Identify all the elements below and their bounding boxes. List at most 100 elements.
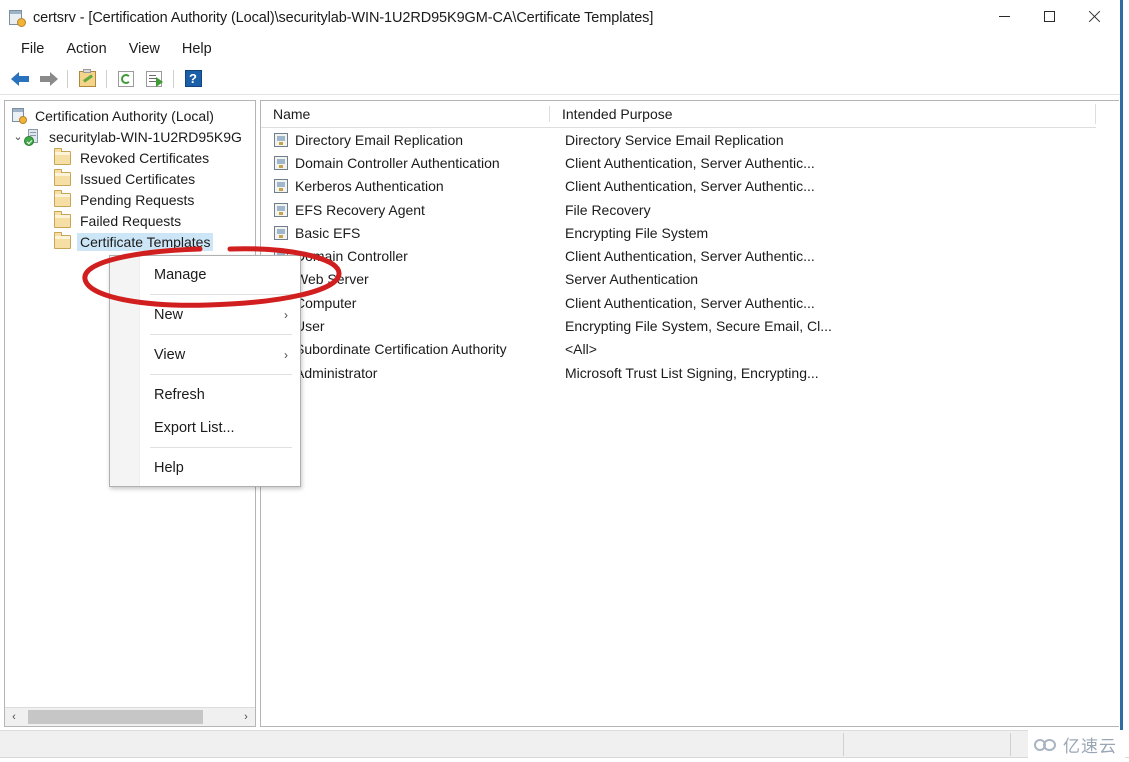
certificate-template-icon (274, 179, 288, 194)
menu-view[interactable]: View (118, 39, 171, 59)
minimize-button[interactable] (982, 0, 1027, 32)
context-menu-item-label: Manage (154, 266, 207, 283)
menu-help[interactable]: Help (171, 39, 223, 59)
mmc-window: certsrv - [Certification Authority (Loca… (0, 0, 1123, 758)
context-menu-item-export-list[interactable]: Export List... (110, 411, 300, 444)
row-name-cell: EFS Recovery Agent (261, 202, 557, 218)
help-icon: ? (184, 70, 202, 87)
maximize-button[interactable] (1027, 0, 1072, 32)
context-menu-item-view[interactable]: View › (110, 338, 300, 371)
tree-item-label: Issued Certificates (80, 170, 196, 187)
row-name-label: EFS Recovery Agent (295, 201, 425, 218)
list-column-headers: Name Intended Purpose (261, 101, 1096, 128)
row-purpose-label: File Recovery (565, 201, 651, 218)
row-purpose-label: Client Authentication, Server Authentic.… (565, 248, 815, 265)
row-name-cell: Computer (261, 295, 557, 311)
tree-item-label: Certificate Templates (77, 232, 214, 251)
column-header-end-divider (1095, 104, 1096, 124)
toolbar-separator (173, 69, 174, 88)
table-row[interactable]: User Encrypting File System, Secure Emai… (261, 314, 1119, 337)
watermark: 亿速云 (1028, 730, 1125, 758)
context-menu-item-label: New (154, 306, 184, 323)
refresh-button[interactable] (112, 66, 140, 92)
context-menu: Manage New › View › Refresh Export List.… (109, 255, 301, 487)
tree-item-pending-requests[interactable]: Pending Requests (5, 189, 255, 210)
row-name-cell: Web Server (261, 271, 557, 287)
scroll-right-icon[interactable]: › (237, 708, 255, 726)
table-row[interactable]: Domain Controller Client Authentication,… (261, 244, 1119, 267)
row-name-cell: Domain Controller Authentication (261, 155, 557, 171)
tree-item-issued-certificates[interactable]: Issued Certificates (5, 168, 255, 189)
context-menu-item-new[interactable]: New › (110, 298, 300, 331)
table-row[interactable]: Kerberos Authentication Client Authentic… (261, 175, 1119, 198)
table-row[interactable]: Domain Controller Authentication Client … (261, 151, 1119, 174)
application-window: certsrv - [Certification Authority (Loca… (0, 0, 1129, 762)
back-button[interactable] (6, 66, 34, 92)
certificate-template-icon (274, 202, 288, 217)
maximize-icon (1044, 10, 1055, 22)
chevron-down-icon[interactable]: ⌄ (11, 130, 25, 143)
tree-item-certification-authority-local[interactable]: Certification Authority (Local) (5, 105, 255, 126)
help-button[interactable]: ? (179, 66, 207, 92)
table-row[interactable]: Directory Email Replication Directory Se… (261, 128, 1119, 151)
folder-icon (54, 189, 71, 207)
console-tree: Certification Authority (Local) ⌄ securi… (5, 101, 255, 252)
menu-file[interactable]: File (10, 39, 55, 59)
table-row[interactable]: Computer Client Authentication, Server A… (261, 291, 1119, 314)
row-name-label: Administrator (295, 364, 378, 381)
table-row[interactable]: Web Server Server Authentication (261, 268, 1119, 291)
tree-horizontal-scrollbar[interactable]: ‹ › (5, 707, 255, 726)
row-name-cell: Domain Controller (261, 248, 557, 264)
row-purpose-label: Encrypting File System (565, 224, 709, 241)
certificate-template-list: Directory Email Replication Directory Se… (261, 128, 1119, 384)
context-menu-item-manage[interactable]: Manage (110, 258, 300, 291)
row-name-cell: Directory Email Replication (261, 132, 557, 148)
table-row[interactable]: Administrator Microsoft Trust List Signi… (261, 361, 1119, 384)
certification-authority-icon (8, 9, 26, 27)
column-header-intended-purpose[interactable]: Intended Purpose (549, 106, 836, 122)
tree-item-certificate-templates[interactable]: Certificate Templates (5, 231, 255, 252)
chevron-right-icon: › (284, 347, 288, 362)
context-menu-separator (150, 334, 292, 335)
close-button[interactable] (1072, 0, 1117, 32)
tree-item-revoked-certificates[interactable]: Revoked Certificates (5, 147, 255, 168)
results-pane: Name Intended Purpose Directory Email Re… (260, 100, 1119, 727)
close-icon (1088, 10, 1101, 23)
row-purpose-label: Encrypting File System, Secure Email, Cl… (565, 318, 832, 335)
context-menu-item-label: Help (154, 459, 184, 476)
scrollbar-thumb[interactable] (28, 710, 203, 724)
folder-icon (54, 210, 71, 228)
forward-arrow-icon (39, 71, 58, 86)
export-list-button[interactable] (140, 66, 168, 92)
table-row[interactable]: Basic EFS Encrypting File System (261, 221, 1119, 244)
column-header-name[interactable]: Name (261, 106, 549, 122)
context-menu-item-refresh[interactable]: Refresh (110, 378, 300, 411)
folder-icon (54, 168, 71, 186)
row-name-label: Domain Controller (295, 248, 408, 265)
back-arrow-icon (10, 71, 30, 86)
table-row[interactable]: EFS Recovery Agent File Recovery (261, 198, 1119, 221)
table-row[interactable]: Subordinate Certification Authority <All… (261, 338, 1119, 361)
forward-button[interactable] (34, 66, 62, 92)
scrollbar-track[interactable] (23, 708, 237, 726)
row-purpose-label: Client Authentication, Server Authentic.… (565, 154, 815, 171)
tree-item-securitylab-ca[interactable]: ⌄ securitylab-WIN-1U2RD95K9G (5, 126, 255, 147)
desktop-bottom-strip (0, 757, 1129, 762)
row-purpose-label: Client Authentication, Server Authentic.… (565, 294, 815, 311)
row-name-cell: Subordinate Certification Authority (261, 341, 557, 357)
scroll-left-icon[interactable]: ‹ (5, 708, 23, 726)
show-hide-console-tree-icon (78, 68, 96, 87)
ca-server-icon (24, 128, 41, 146)
tree-item-failed-requests[interactable]: Failed Requests (5, 210, 255, 231)
certificate-template-icon (274, 132, 288, 147)
certificate-template-icon (274, 225, 288, 240)
row-name-cell: Kerberos Authentication (261, 178, 557, 194)
window-controls (982, 0, 1117, 35)
context-menu-item-help[interactable]: Help (110, 451, 300, 484)
toolbar: ? (0, 63, 1120, 95)
show-hide-console-tree-button[interactable] (73, 66, 101, 92)
menu-action[interactable]: Action (55, 39, 117, 59)
status-bar-divider (1010, 733, 1011, 756)
row-name-label: Computer (295, 294, 357, 311)
row-name-label: Subordinate Certification Authority (295, 341, 507, 358)
